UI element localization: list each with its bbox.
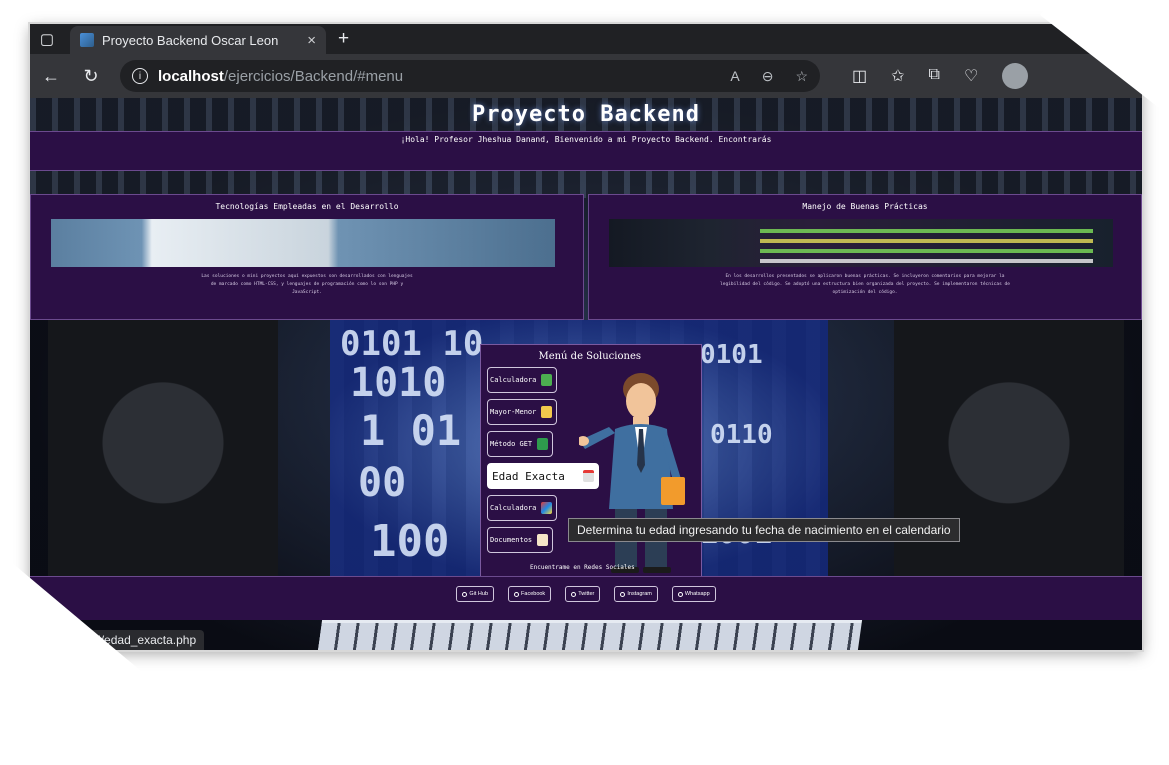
presenter-character-image: [579, 373, 685, 573]
url-host: localhost: [158, 67, 224, 85]
calculator-icon: [541, 374, 553, 386]
tab-bar: ▢ Proyecto Backend Oscar Leon × +: [30, 24, 1142, 54]
split-screen-icon[interactable]: ◫: [852, 66, 867, 86]
instagram-icon: [620, 591, 626, 597]
favorites-icon[interactable]: ✩: [891, 66, 904, 86]
address-bar-row: ← ↻ i localhost/ejercicios/Backend/#menu…: [30, 54, 1142, 98]
reload-icon[interactable]: ↻: [80, 66, 102, 87]
card-technologies: Tecnologías Empleadas en el Desarrollo L…: [30, 194, 584, 320]
facebook-button[interactable]: Facebook: [508, 586, 552, 602]
twitter-button[interactable]: Twitter: [565, 586, 601, 602]
card-title: Tecnologías Empleadas en el Desarrollo: [215, 202, 399, 211]
card-description: En los desarrollos presentados se aplica…: [720, 274, 1010, 295]
footer-note: Encuentrame en Redes Sociales: [530, 564, 635, 571]
profile-icon[interactable]: [1002, 63, 1029, 89]
menu-mayor-menor-button[interactable]: Mayor-Menor: [487, 399, 558, 425]
favorite-icon[interactable]: ☆: [795, 68, 808, 85]
tech-image: [51, 219, 555, 267]
browser-window: ▢ Proyecto Backend Oscar Leon × + ← ↻ i …: [30, 24, 1142, 650]
welcome-text: ¡Hola! Profesor Jheshua Danand, Bienveni…: [400, 135, 772, 144]
card-title: Manejo de Buenas Prácticas: [802, 202, 928, 211]
welcome-band: ¡Hola! Profesor Jheshua Danand, Bienveni…: [30, 131, 1142, 171]
document-icon: [537, 438, 549, 450]
info-cards: Tecnologías Empleadas en el Desarrollo L…: [30, 194, 1142, 320]
page-title: Proyecto Backend: [472, 102, 700, 127]
url-field[interactable]: i localhost/ejercicios/Backend/#menu A ⊖…: [120, 60, 820, 92]
calculator-color-icon: [541, 502, 553, 514]
keyboard-background: [317, 620, 863, 650]
screenshot-frame: ▢ Proyecto Backend Oscar Leon × + ← ↻ i …: [0, 0, 1169, 765]
twitter-icon: [571, 591, 577, 597]
social-links: Git Hub Facebook Twitter Instagram Whats…: [30, 586, 1142, 602]
card-best-practices: Manejo de Buenas Prácticas En los desarr…: [588, 194, 1142, 320]
edad-exacta-tooltip: Determina tu edad ingresando tu fecha de…: [568, 518, 960, 542]
tab-active[interactable]: Proyecto Backend Oscar Leon ×: [70, 26, 326, 54]
whatsapp-icon: [677, 591, 683, 597]
whatsapp-button[interactable]: Whatsapp: [671, 586, 716, 602]
solutions-menu: Menú de Soluciones Calculadora Mayor-Men…: [480, 344, 702, 578]
menu-metodo-get-button[interactable]: Método GET: [487, 431, 554, 457]
collections-icon[interactable]: ⧉: [929, 66, 940, 86]
read-aloud-icon[interactable]: A: [730, 68, 739, 85]
facebook-icon: [514, 591, 520, 597]
menu-title: Menú de Soluciones: [538, 351, 641, 362]
speaker-left: [48, 320, 278, 576]
tab-title: Proyecto Backend Oscar Leon: [102, 32, 279, 48]
url-path: /ejercicios/Backend/#menu: [223, 67, 404, 85]
menu-calculadora-2-button[interactable]: Calculadora: [487, 495, 558, 521]
page-viewport: Proyecto Backend ¡Hola! Profesor Jheshua…: [30, 98, 1142, 650]
tab-actions-icon[interactable]: ▢: [30, 24, 64, 54]
health-icon[interactable]: ♡: [964, 66, 978, 86]
menu-documentos-button[interactable]: Documentos: [487, 527, 554, 553]
zoom-icon[interactable]: ⊖: [762, 68, 774, 85]
back-icon[interactable]: ←: [40, 66, 62, 87]
instagram-button[interactable]: Instagram: [614, 586, 658, 602]
info-icon[interactable]: i: [132, 68, 148, 84]
card-description: Las soluciones o mini proyectos aquí exp…: [201, 274, 413, 295]
notepad-icon: [537, 534, 549, 546]
menu-calculadora-button[interactable]: Calculadora: [487, 367, 558, 393]
github-button[interactable]: Git Hub: [456, 586, 495, 602]
github-icon: [462, 591, 468, 597]
close-tab-icon[interactable]: ×: [307, 32, 316, 49]
person-icon: [541, 406, 553, 418]
new-tab-button[interactable]: +: [338, 28, 349, 50]
favicon-icon: [80, 33, 94, 47]
code-image: [609, 219, 1113, 267]
site-header: Proyecto Backend ¡Hola! Profesor Jheshua…: [30, 98, 1142, 172]
